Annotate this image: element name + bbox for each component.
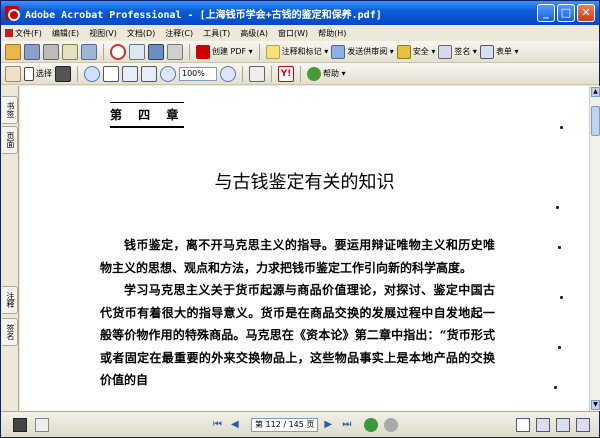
- go-back-icon[interactable]: [364, 417, 379, 432]
- send-review-button[interactable]: 发送供审阅 ▾: [331, 44, 394, 59]
- yahoo-icon[interactable]: Y!: [278, 65, 294, 82]
- text-cursor-icon: [24, 66, 34, 81]
- toolbar-separator: [258, 43, 260, 60]
- review-icon: [331, 44, 346, 59]
- comment-icon: [265, 44, 280, 59]
- maximize-button[interactable]: □: [557, 4, 575, 22]
- web-capture-icon[interactable]: [110, 43, 126, 60]
- pdf-icon: [196, 44, 210, 59]
- close-button[interactable]: ✕: [577, 4, 595, 22]
- search-icon[interactable]: [129, 43, 145, 60]
- paragraph: 钱币鉴定，离不开马克思主义的指导。要运用辩证唯物主义和历史唯物主义的思想、观点和…: [100, 238, 495, 275]
- next-page-icon[interactable]: ▶: [324, 418, 338, 432]
- document-body: 钱币鉴定，离不开马克思主义的指导。要运用辩证唯物主义和历史唯物主义的思想、观点和…: [100, 234, 495, 392]
- toolbar-separator: [300, 65, 301, 82]
- previous-page-icon[interactable]: ◀: [231, 418, 245, 432]
- single-page-icon[interactable]: [516, 417, 531, 432]
- menu-advanced[interactable]: 高级(A): [240, 28, 268, 39]
- menu-window[interactable]: 窗口(W): [278, 28, 308, 39]
- go-forward-icon[interactable]: [384, 417, 399, 432]
- menu-tools[interactable]: 工具(T): [203, 28, 230, 39]
- toolbar-main: 创建 PDF ▾ 注释和标记 ▾ 发送供审阅 ▾ 安全 ▾ 签名 ▾ 表单 ▾: [1, 41, 599, 63]
- title-bar[interactable]: Adobe Acrobat Professional - [上海钱币学会+古钱的…: [1, 1, 599, 25]
- scan-artifact: [558, 246, 561, 249]
- fit-width-icon[interactable]: [141, 65, 157, 82]
- last-page-icon[interactable]: ⏭: [342, 418, 356, 432]
- scroll-down-icon[interactable]: ▼: [591, 400, 600, 410]
- navigation-panel: 书签 页面 注释 签名: [1, 86, 19, 411]
- actual-size-icon[interactable]: [103, 65, 119, 82]
- pen-icon: [438, 44, 453, 59]
- menu-document[interactable]: 文档(D): [127, 28, 155, 39]
- scan-artifact: [558, 346, 561, 349]
- form-icon: [479, 44, 494, 59]
- paragraph: 学习马克思主义关于货币起源与商品价值理论，对探讨、鉴定中国古代货币有着很大的指导…: [100, 283, 495, 387]
- create-pdf-button[interactable]: 创建 PDF ▾: [196, 44, 253, 59]
- menu-bar: 文件(F) 编辑(E) 视图(V) 文档(D) 注释(C) 工具(T) 高级(A…: [1, 25, 599, 41]
- scan-artifact: [556, 206, 559, 209]
- comment-markup-button[interactable]: 注释和标记 ▾: [265, 44, 328, 59]
- organizer-icon[interactable]: [148, 43, 164, 60]
- tab-signatures[interactable]: 签名: [2, 318, 18, 346]
- acrobat-window: Adobe Acrobat Professional - [上海钱币学会+古钱的…: [0, 0, 600, 438]
- print-icon[interactable]: [43, 43, 59, 60]
- panel-toggle-icon[interactable]: [35, 417, 49, 432]
- toolbar-separator: [77, 65, 78, 82]
- page-number-field[interactable]: 第 112 / 145 页: [251, 417, 319, 432]
- vertical-scrollbar[interactable]: ▲ ▼: [589, 86, 600, 411]
- hand-tool-icon[interactable]: [5, 65, 21, 82]
- scan-artifact: [560, 296, 563, 299]
- toolbar-navigation: 选择 100% Y! 帮助 ▾: [1, 63, 599, 85]
- rotate-icon[interactable]: [249, 65, 265, 82]
- help-button[interactable]: 帮助 ▾: [307, 66, 346, 81]
- secure-button[interactable]: 安全 ▾: [396, 44, 435, 59]
- minimize-button[interactable]: _: [537, 4, 555, 22]
- fit-page-icon[interactable]: [122, 65, 138, 82]
- scroll-up-icon[interactable]: ▲: [591, 87, 600, 97]
- tasks-icon[interactable]: [167, 43, 183, 60]
- acrobat-icon: [5, 6, 20, 21]
- open-folder-icon[interactable]: [5, 43, 21, 60]
- page-layout-icon[interactable]: [13, 417, 27, 432]
- save-icon[interactable]: [24, 43, 40, 60]
- toolbar-separator: [242, 65, 243, 82]
- facing-icon[interactable]: [556, 417, 571, 432]
- document-icon: [5, 29, 13, 37]
- attach-icon[interactable]: [81, 43, 97, 60]
- menu-view[interactable]: 视图(V): [89, 28, 117, 39]
- tab-bookmarks[interactable]: 书签: [2, 96, 18, 124]
- lock-icon: [396, 44, 411, 59]
- zoom-in-icon[interactable]: [220, 65, 236, 82]
- zoom-icon[interactable]: [84, 65, 100, 82]
- scan-artifact: [560, 126, 563, 129]
- sign-button[interactable]: 签名 ▾: [438, 44, 477, 59]
- menu-file[interactable]: 文件(F): [5, 28, 42, 39]
- section-heading: 与古钱鉴定有关的知识: [214, 172, 395, 193]
- menu-help[interactable]: 帮助(H): [318, 28, 346, 39]
- document-view[interactable]: 第 四 章 与古钱鉴定有关的知识 钱币鉴定，离不开马克思主义的指导。要运用辩证唯…: [20, 86, 589, 411]
- continuous-facing-icon[interactable]: [576, 417, 591, 432]
- forms-button[interactable]: 表单 ▾: [479, 44, 519, 59]
- zoom-out-icon[interactable]: [160, 65, 176, 82]
- scroll-thumb[interactable]: [591, 106, 600, 136]
- snapshot-icon[interactable]: [55, 65, 71, 82]
- chapter-title: 第 四 章: [110, 102, 185, 128]
- select-tool-button[interactable]: 选择: [24, 66, 52, 81]
- email-icon[interactable]: [62, 43, 78, 60]
- menu-edit[interactable]: 编辑(E): [52, 28, 79, 39]
- continuous-icon[interactable]: [536, 417, 551, 432]
- tab-pages[interactable]: 页面: [2, 126, 18, 154]
- window-controls: _ □ ✕: [537, 4, 595, 22]
- toolbar-separator: [189, 43, 190, 60]
- menu-comments[interactable]: 注释(C): [165, 28, 193, 39]
- first-page-icon[interactable]: ⏮: [213, 418, 227, 432]
- scan-artifact: [554, 386, 557, 389]
- help-icon: [307, 66, 321, 81]
- toolbar-separator: [271, 65, 272, 82]
- window-title: Adobe Acrobat Professional - [上海钱币学会+古钱的…: [25, 9, 382, 21]
- toolbar-separator: [103, 43, 104, 60]
- zoom-input[interactable]: 100%: [179, 66, 217, 81]
- status-bar: ⏮ ◀ 第 112 / 145 页 ▶ ⏭: [1, 411, 599, 437]
- tab-comments[interactable]: 注释: [2, 286, 18, 314]
